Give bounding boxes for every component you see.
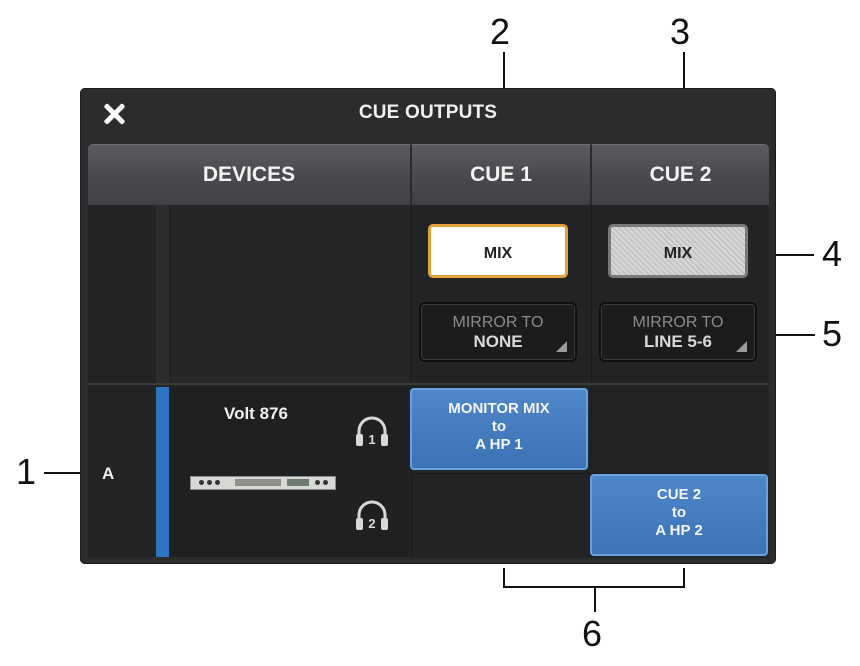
cue2-mix-button[interactable]: MIX (608, 224, 748, 278)
route-line: to (491, 418, 507, 435)
cue1-mirror-label: MIRROR TO (452, 314, 544, 331)
cue1-mirror-value: NONE (473, 332, 523, 351)
row-label-cell (88, 387, 154, 557)
callout-5: 5 (822, 313, 843, 354)
cue2-mirror-label: MIRROR TO (632, 314, 724, 331)
grid-cell-cue2-hp1[interactable] (591, 387, 769, 471)
callout-4: 4 (822, 233, 843, 274)
top-left-cell (88, 205, 154, 383)
cue1-mix-button[interactable]: MIX (428, 224, 568, 278)
callout-6: 6 (582, 613, 603, 654)
bracket-left (503, 568, 505, 588)
top-device-spacer (156, 205, 169, 385)
column-header-cue2: CUE 2 (591, 144, 769, 205)
bracket-stem (594, 586, 596, 612)
route-cue2-hp2[interactable]: CUE 2 to A HP 2 (590, 474, 768, 556)
bracket-right (683, 568, 685, 588)
route-line: A HP 2 (655, 522, 703, 539)
row-divider (88, 383, 768, 385)
route-line: MONITOR MIX (448, 400, 550, 417)
headphone-1-label: 1 (368, 432, 375, 447)
headphone-2-icon: 2 (356, 500, 388, 531)
callout-1: 1 (16, 451, 37, 492)
column-header-cue1: CUE 1 (411, 144, 590, 205)
headphone-1-icon: 1 (356, 416, 388, 447)
device-color-bar (156, 387, 169, 557)
route-cue1-hp1[interactable]: MONITOR MIX to A HP 1 (410, 388, 588, 470)
grid-cell-cue1-hp2[interactable] (411, 473, 590, 558)
device-name: Volt 876 (224, 404, 288, 423)
cue2-mirror-value: LINE 5-6 (643, 332, 713, 351)
route-line: A HP 1 (475, 436, 523, 453)
column-header-devices: DEVICES (88, 144, 410, 205)
route-line: CUE 2 (656, 486, 702, 503)
title-bar: CUE OUTPUTS (80, 88, 776, 142)
device-image (190, 476, 336, 490)
callout-2: 2 (490, 11, 511, 52)
callout-3: 3 (670, 11, 691, 52)
route-line: to (671, 504, 687, 521)
headphone-2-label: 2 (368, 516, 375, 531)
dropdown-corner-icon (556, 341, 567, 352)
top-device-cell (171, 205, 409, 383)
row-letter: A (102, 464, 115, 483)
cue-outputs-window: CUE OUTPUTS DEVICES CUE 1 CUE 2 MIX MIRR… (80, 88, 776, 564)
dropdown-corner-icon (736, 341, 747, 352)
cue2-mirror-dropdown[interactable]: MIRROR TO LINE 5-6 (599, 302, 757, 362)
window-title: CUE OUTPUTS (358, 102, 498, 123)
cue1-mirror-dropdown[interactable]: MIRROR TO NONE (419, 302, 577, 362)
